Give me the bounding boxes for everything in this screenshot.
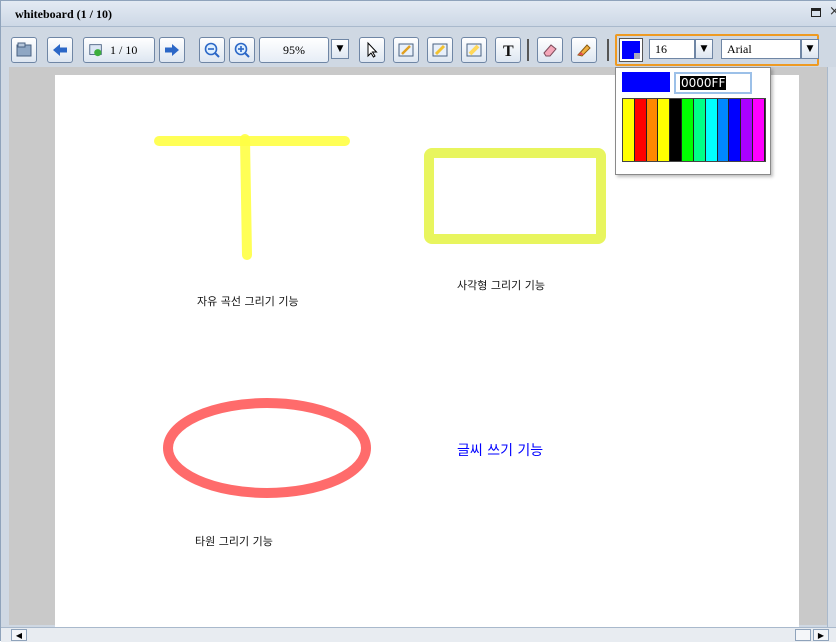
drawn-rectangle[interactable] bbox=[424, 148, 606, 244]
font-size-select[interactable]: 16 bbox=[649, 39, 695, 59]
palette-swatch[interactable] bbox=[693, 99, 706, 161]
pencil-icon bbox=[398, 43, 414, 57]
zoom-out-button[interactable] bbox=[199, 37, 225, 63]
zoom-out-icon bbox=[204, 42, 220, 58]
save-button[interactable] bbox=[11, 37, 37, 63]
palette-swatch[interactable] bbox=[741, 99, 754, 161]
freehand-label: 자유 곡선 그리기 기능 bbox=[197, 295, 299, 308]
close-icon[interactable]: × bbox=[829, 4, 836, 19]
clear-tool-button[interactable] bbox=[571, 37, 597, 63]
zoom-in-button[interactable] bbox=[229, 37, 255, 63]
color-picker-button[interactable] bbox=[619, 38, 643, 62]
prev-page-button[interactable] bbox=[47, 37, 73, 63]
zoom-in-icon bbox=[234, 42, 250, 58]
font-family-dropdown-button[interactable]: ▼ bbox=[801, 39, 819, 59]
cursor-icon bbox=[367, 41, 378, 58]
text-icon: T bbox=[503, 43, 514, 59]
palette-swatch[interactable] bbox=[646, 99, 659, 161]
select-tool-button[interactable] bbox=[359, 37, 385, 63]
page-add-icon bbox=[89, 44, 102, 57]
text-sample[interactable]: 글씨 쓰기 기능 bbox=[457, 440, 543, 460]
scroll-corner bbox=[795, 629, 811, 641]
font-size-dropdown-button[interactable]: ▼ bbox=[695, 39, 713, 59]
scroll-left-button[interactable]: ◀ bbox=[11, 629, 27, 641]
page-selector[interactable]: 1 / 10 bbox=[83, 37, 155, 63]
highlighter-icon bbox=[432, 43, 448, 57]
palette-swatch[interactable] bbox=[670, 99, 683, 161]
pen-tool-button[interactable] bbox=[393, 37, 419, 63]
next-page-button[interactable] bbox=[159, 37, 185, 63]
arrow-left-icon bbox=[53, 44, 67, 56]
clear-icon bbox=[577, 44, 591, 57]
color-palette[interactable] bbox=[622, 98, 766, 162]
hex-color-input[interactable]: 0000FF bbox=[674, 72, 752, 94]
zoom-dropdown-button[interactable]: ▼ bbox=[331, 39, 349, 59]
title-bar: whiteboard (1 / 10) × bbox=[1, 1, 836, 27]
palette-swatch[interactable] bbox=[753, 99, 765, 161]
freehand-stroke-vertical[interactable] bbox=[240, 134, 252, 260]
palette-swatch[interactable] bbox=[705, 99, 718, 161]
toolbar-divider bbox=[607, 39, 609, 61]
arrow-right-icon bbox=[165, 44, 179, 56]
folder-icon bbox=[16, 42, 32, 57]
toolbar-divider bbox=[527, 39, 529, 61]
palette-swatch[interactable] bbox=[729, 99, 742, 161]
rectangle-label: 사각형 그리기 기능 bbox=[457, 279, 545, 292]
palette-swatch[interactable] bbox=[658, 99, 671, 161]
svg-text:T: T bbox=[503, 43, 514, 59]
text-tool-button[interactable]: T bbox=[495, 37, 521, 63]
color-picker-popup: 0000FF bbox=[615, 67, 771, 175]
window-title: whiteboard (1 / 10) bbox=[15, 7, 112, 21]
maximize-icon[interactable] bbox=[811, 8, 821, 17]
scroll-right-button[interactable]: ▶ bbox=[813, 629, 829, 641]
marker-tool-button[interactable] bbox=[461, 37, 487, 63]
drawn-ellipse[interactable] bbox=[163, 398, 371, 498]
ellipse-label: 타원 그리기 기능 bbox=[195, 535, 273, 548]
highlighter-tool-button[interactable] bbox=[427, 37, 453, 63]
eraser-icon bbox=[543, 44, 557, 57]
current-color-swatch bbox=[622, 41, 640, 59]
eraser-tool-button[interactable] bbox=[537, 37, 563, 63]
font-family-select[interactable]: Arial bbox=[721, 39, 801, 59]
page-indicator: 1 / 10 bbox=[110, 42, 138, 57]
palette-swatch[interactable] bbox=[623, 99, 635, 161]
selected-color-preview bbox=[622, 72, 670, 92]
marker-icon bbox=[466, 43, 482, 57]
palette-swatch[interactable] bbox=[634, 99, 647, 161]
horizontal-scrollbar[interactable]: ◀ ▶ bbox=[1, 627, 836, 642]
palette-swatch[interactable] bbox=[717, 99, 730, 161]
hex-color-value: 0000FF bbox=[680, 76, 727, 90]
zoom-level[interactable]: 95% bbox=[259, 37, 329, 63]
palette-swatch[interactable] bbox=[682, 99, 694, 161]
whiteboard-window: whiteboard (1 / 10) × 1 / 10 95% ▼ T 16 … bbox=[0, 0, 836, 642]
vertical-scrollbar[interactable] bbox=[827, 67, 836, 627]
